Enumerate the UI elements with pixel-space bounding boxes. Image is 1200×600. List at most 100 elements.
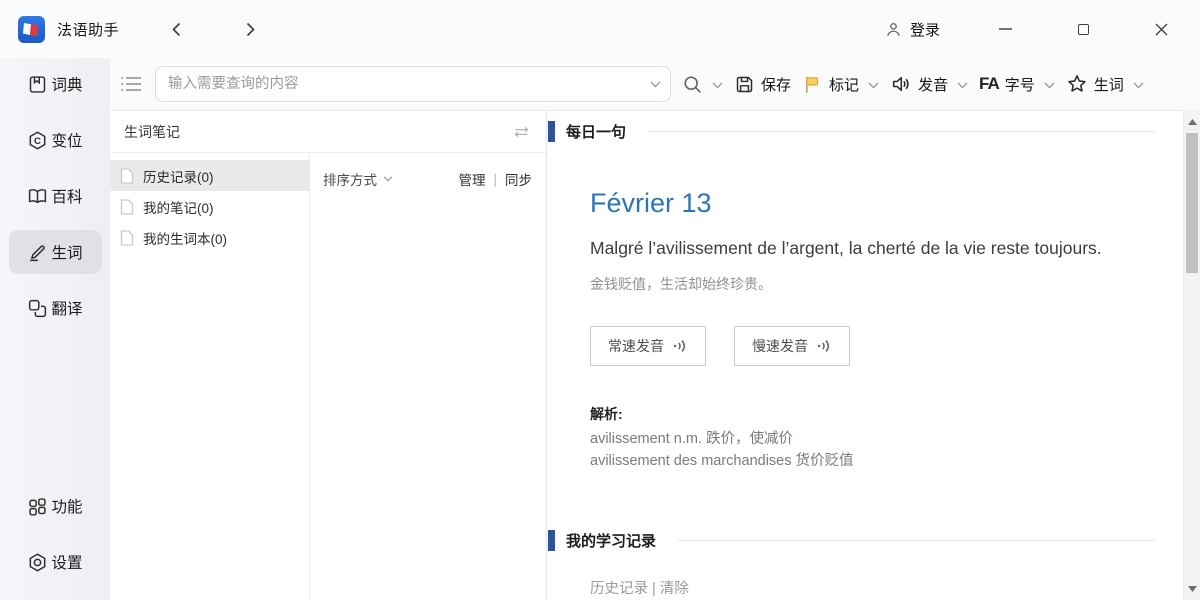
mark-button[interactable]: 标记 — [802, 74, 879, 95]
sound-wave-icon — [817, 338, 832, 354]
search-box — [155, 66, 671, 102]
notebook-list: 历史记录(0) 我的笔记(0) 我的生词本(0) — [110, 154, 310, 600]
sidebar-item-settings[interactable]: 设置 — [9, 540, 102, 584]
document-icon — [120, 168, 134, 184]
toolbar: 保存 标记 发音 FA 字号 生词 — [110, 58, 1200, 110]
search-button[interactable] — [682, 74, 723, 95]
daily-sentence-chinese: 金钱贬值，生活却始终珍贵。 — [590, 274, 1143, 294]
pronounce-dropdown[interactable] — [957, 76, 968, 93]
sidebar-item-new-words[interactable]: 生词 — [9, 230, 102, 274]
search-history-dropdown[interactable] — [640, 67, 670, 101]
apps-grid-icon — [27, 496, 48, 517]
triangle-up-icon — [1188, 119, 1197, 125]
sidebar-item-label: 变位 — [51, 129, 82, 151]
divider: | — [493, 172, 497, 187]
daily-sentence-french: Malgré l’avilissement de l’argent, la ch… — [590, 238, 1143, 259]
sidebar-item-features[interactable]: 功能 — [9, 484, 102, 528]
notebook-item-label: 历史记录(0) — [143, 166, 214, 186]
daily-section-title: 每日一句 — [566, 121, 626, 142]
notebook-content: 排序方式 管理 | 同步 — [310, 154, 546, 600]
font-size-button[interactable]: FA 字号 — [979, 74, 1055, 95]
login-button[interactable]: 登录 — [884, 19, 940, 40]
save-button[interactable]: 保存 — [734, 74, 791, 95]
minimize-button[interactable] — [992, 16, 1018, 42]
scroll-up-button[interactable] — [1184, 113, 1200, 130]
sort-label: 排序方式 — [323, 169, 377, 189]
flag-icon — [802, 74, 823, 95]
chevron-down-icon — [1044, 82, 1055, 89]
svg-text:C: C — [35, 136, 42, 147]
sidebar-item-label: 生词 — [51, 241, 82, 263]
sync-link[interactable]: 同步 — [505, 169, 532, 189]
pronounce-buttons-row: 常速发音 慢速发音 — [590, 326, 1143, 366]
back-button[interactable] — [165, 18, 187, 40]
slow-speed-label: 慢速发音 — [752, 336, 808, 356]
section-accent-bar — [548, 121, 555, 142]
section-rule — [678, 540, 1155, 541]
notes-panel-header: 生词笔记 — [110, 111, 546, 153]
save-floppy-icon — [734, 74, 755, 95]
sort-button[interactable]: 排序方式 — [323, 169, 393, 189]
maximize-button[interactable] — [1070, 16, 1096, 42]
chevron-down-icon — [712, 82, 723, 89]
notebook-item-my-notes[interactable]: 我的笔记(0) — [110, 191, 309, 222]
font-size-label: 字号 — [1005, 74, 1035, 95]
word-list-button[interactable] — [118, 71, 144, 97]
swap-panel-button[interactable] — [510, 124, 532, 140]
notebook-item-wordbook[interactable]: 我的生词本(0) — [110, 222, 309, 253]
search-input[interactable] — [156, 67, 640, 101]
minimize-icon — [999, 28, 1012, 30]
pronounce-label: 发音 — [918, 74, 948, 95]
mark-label: 标记 — [829, 74, 859, 95]
chevron-down-icon — [650, 81, 661, 88]
mark-dropdown[interactable] — [868, 76, 879, 93]
search-icon — [682, 74, 703, 95]
vertical-scrollbar[interactable] — [1183, 110, 1200, 600]
notebook-item-history[interactable]: 历史记录(0) — [110, 160, 309, 191]
sidebar-item-label: 百科 — [51, 185, 82, 207]
speaker-icon — [890, 73, 912, 95]
forward-button[interactable] — [239, 18, 261, 40]
notebook-controls: 排序方式 管理 | 同步 — [323, 169, 532, 189]
history-clear-links[interactable]: 历史记录 | 清除 — [590, 577, 1183, 598]
section-accent-bar — [548, 530, 555, 551]
section-rule — [648, 131, 1155, 132]
font-size-dropdown[interactable] — [1044, 76, 1055, 93]
sidebar-item-encyclopedia[interactable]: 百科 — [9, 174, 102, 218]
scroll-down-button[interactable] — [1184, 580, 1200, 597]
triangle-down-icon — [1188, 586, 1197, 592]
sidebar-item-dictionary[interactable]: 词典 — [9, 62, 102, 106]
learning-record-title: 我的学习记录 — [566, 530, 656, 551]
save-label: 保存 — [761, 74, 791, 95]
chevron-left-icon — [172, 22, 181, 37]
titlebar: 法语助手 登录 — [0, 0, 1200, 58]
sidebar-item-conjugation[interactable]: C 变位 — [9, 118, 102, 162]
new-word-label: 生词 — [1094, 74, 1124, 95]
search-mode-dropdown[interactable] — [712, 76, 723, 93]
new-word-button[interactable]: 生词 — [1066, 73, 1144, 95]
conjugation-icon: C — [27, 130, 48, 151]
scrollbar-thumb[interactable] — [1186, 133, 1198, 273]
new-word-dropdown[interactable] — [1133, 76, 1144, 93]
document-icon — [120, 230, 134, 246]
dictionary-book-icon — [27, 74, 48, 95]
settings-gear-icon — [27, 552, 48, 573]
translate-icon — [27, 298, 48, 319]
analysis-line: avilissement des marchandises 货价贬值 — [590, 450, 1143, 472]
sound-wave-icon — [673, 338, 688, 354]
swap-arrows-icon — [513, 126, 530, 138]
daily-body: Février 13 Malgré l’avilissement de l’ar… — [548, 188, 1183, 472]
normal-speed-button[interactable]: 常速发音 — [590, 326, 706, 366]
notes-panel-body: 历史记录(0) 我的笔记(0) 我的生词本(0) 排序方式 — [110, 154, 546, 600]
new-words-pencil-icon — [27, 242, 48, 263]
manage-link[interactable]: 管理 — [458, 169, 485, 189]
sidebar: 词典 C 变位 百科 生词 翻译 功能 设置 — [0, 58, 110, 600]
pronounce-button[interactable]: 发音 — [890, 73, 968, 95]
slow-speed-button[interactable]: 慢速发音 — [734, 326, 850, 366]
chevron-right-icon — [246, 22, 255, 37]
sidebar-item-translate[interactable]: 翻译 — [9, 286, 102, 330]
close-button[interactable] — [1148, 16, 1174, 42]
notes-panel-title: 生词笔记 — [124, 122, 180, 142]
normal-speed-label: 常速发音 — [608, 336, 664, 356]
maximize-icon — [1078, 24, 1089, 35]
